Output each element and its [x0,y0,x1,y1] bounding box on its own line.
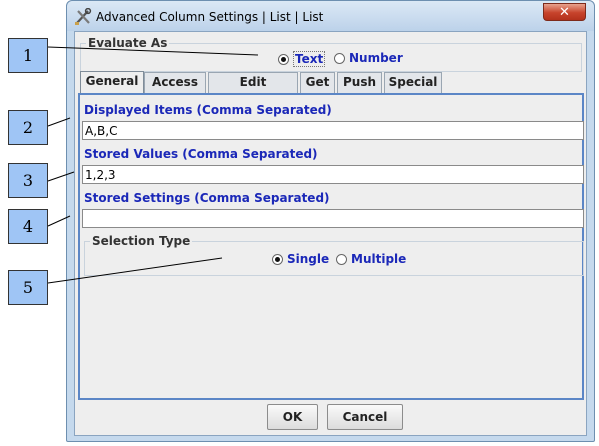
callout-5: 5 [8,270,48,305]
annotation-leader-lines [47,46,259,284]
callout-4: 4 [8,209,48,244]
callout-1: 1 [8,38,48,73]
callout-2: 2 [8,110,48,145]
callout-3: 3 [8,163,48,198]
